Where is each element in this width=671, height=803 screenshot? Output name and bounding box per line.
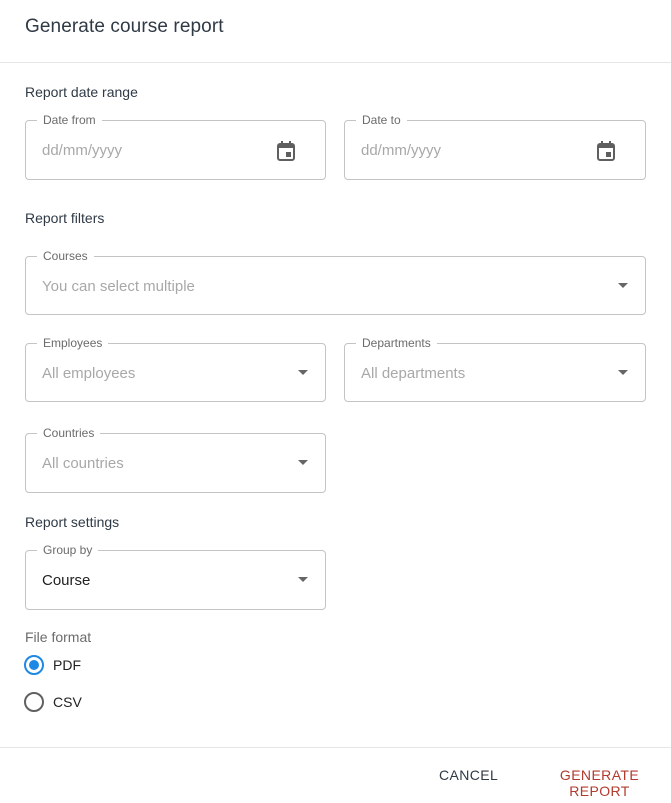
chevron-down-icon bbox=[618, 283, 628, 288]
radio-checked-icon[interactable] bbox=[24, 655, 44, 675]
calendar-icon[interactable] bbox=[597, 141, 615, 161]
date-to-label: Date to bbox=[356, 112, 407, 128]
date-range-heading: Report date range bbox=[25, 84, 138, 100]
countries-label: Countries bbox=[37, 425, 101, 441]
date-from-placeholder: dd/mm/yyyy bbox=[42, 142, 123, 159]
employees-select[interactable]: Employees All employees bbox=[25, 335, 326, 402]
date-to-placeholder: dd/mm/yyyy bbox=[361, 142, 442, 159]
group-by-label: Group by bbox=[37, 542, 99, 558]
file-format-label: File format bbox=[25, 629, 92, 645]
countries-placeholder: All countries bbox=[42, 455, 124, 472]
courses-label: Courses bbox=[37, 248, 94, 264]
radio-option-pdf[interactable]: PDF bbox=[24, 654, 81, 676]
employees-placeholder: All employees bbox=[42, 365, 136, 382]
settings-heading: Report settings bbox=[25, 514, 120, 530]
employees-label: Employees bbox=[37, 335, 109, 351]
calendar-icon[interactable] bbox=[277, 141, 295, 161]
chevron-down-icon bbox=[298, 577, 308, 582]
radio-option-csv[interactable]: CSV bbox=[24, 691, 82, 713]
radio-pdf-label: PDF bbox=[53, 657, 81, 673]
filters-heading: Report filters bbox=[25, 210, 105, 226]
chevron-down-icon bbox=[298, 460, 308, 465]
cancel-button[interactable]: CANCEL bbox=[439, 763, 498, 787]
departments-label: Departments bbox=[356, 335, 437, 351]
footer-divider bbox=[0, 747, 671, 748]
radio-unchecked-icon[interactable] bbox=[24, 692, 44, 712]
departments-select[interactable]: Departments All departments bbox=[344, 335, 646, 402]
date-from-field[interactable]: Date from dd/mm/yyyy bbox=[25, 112, 326, 180]
group-by-value: Course bbox=[42, 572, 91, 589]
date-from-label: Date from bbox=[37, 112, 102, 128]
group-by-select[interactable]: Group by Course bbox=[25, 542, 326, 610]
radio-csv-label: CSV bbox=[53, 694, 82, 710]
countries-select[interactable]: Countries All countries bbox=[25, 425, 326, 493]
chevron-down-icon bbox=[618, 370, 628, 375]
chevron-down-icon bbox=[298, 370, 308, 375]
date-to-field[interactable]: Date to dd/mm/yyyy bbox=[344, 112, 646, 180]
title-divider bbox=[0, 62, 671, 63]
departments-placeholder: All departments bbox=[361, 365, 466, 382]
dialog-title: Generate course report bbox=[25, 16, 224, 37]
generate-report-button[interactable]: GENERATE REPORT bbox=[528, 763, 671, 803]
courses-select[interactable]: Courses You can select multiple bbox=[25, 248, 646, 315]
courses-placeholder: You can select multiple bbox=[42, 278, 195, 295]
